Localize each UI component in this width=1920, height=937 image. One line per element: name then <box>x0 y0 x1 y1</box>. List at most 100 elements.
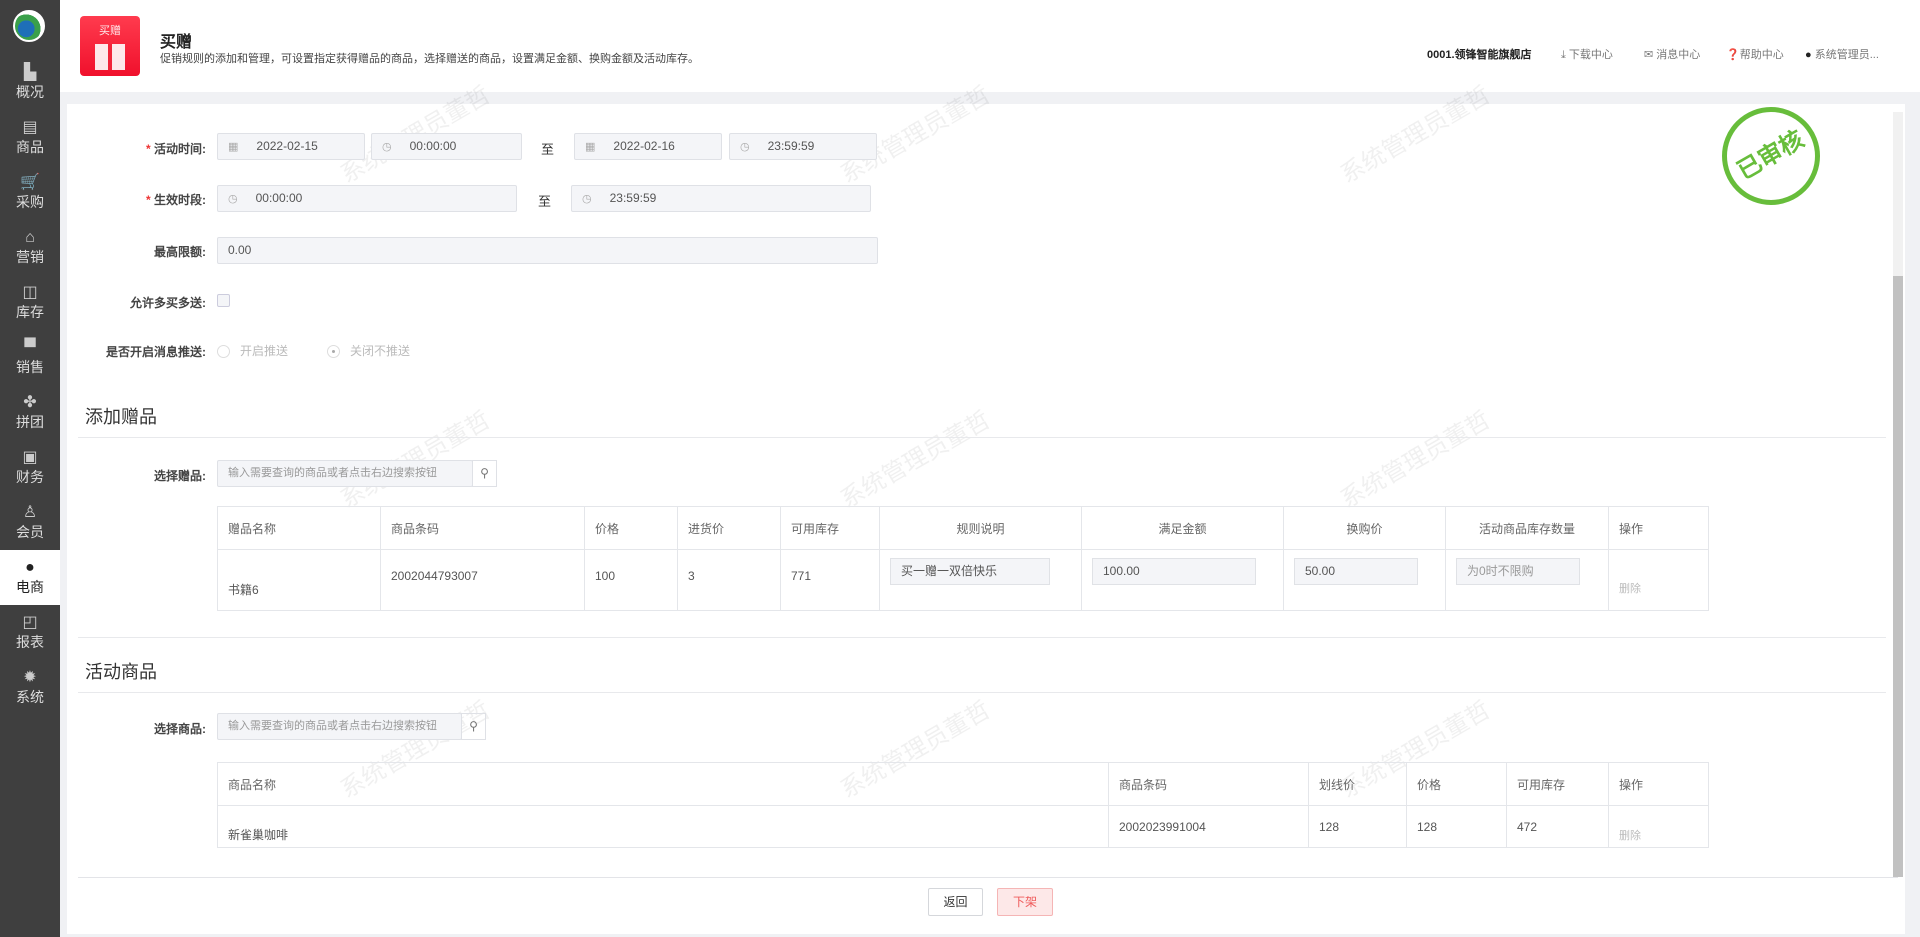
report-icon: ◰ <box>22 614 38 631</box>
radio-icon <box>217 345 230 359</box>
col-header: 划线价 <box>1308 762 1407 806</box>
product-list-price: 128 <box>1308 805 1407 848</box>
sidebar-item[interactable]: ▙ 概况 <box>0 55 60 110</box>
start-time-value: 00:00:00 <box>409 139 457 153</box>
col-header: 可用库存 <box>780 506 880 550</box>
sidebar-item[interactable]: ♙ 会员 <box>0 495 60 550</box>
gift-price: 100 <box>584 549 678 611</box>
user-label: 系统管理员... <box>1814 49 1879 61</box>
header-icon-label: 买赠 <box>99 25 121 37</box>
gift-stock: 771 <box>780 549 880 611</box>
page-description: 促销规则的添加和管理，可设置指定获得赠品的商品，选择赠送的商品，设置满足金额、换… <box>160 53 699 65</box>
clock-icon: ◷ <box>582 193 592 205</box>
gift-barcode: 2002044793007 <box>380 549 585 611</box>
col-header: 可用库存 <box>1506 762 1609 806</box>
gift-cost: 3 <box>677 549 781 611</box>
max-limit-label: 最高限额: <box>154 245 206 259</box>
store-name[interactable]: 0001.领锋智能旗舰店 <box>1427 46 1532 62</box>
col-header: 赠品名称 <box>217 506 381 550</box>
delete-link[interactable]: 删除 <box>1608 805 1709 848</box>
gear-icon: ✹ <box>23 669 37 686</box>
allow-multi-checkbox[interactable] <box>217 294 230 307</box>
delist-button[interactable]: 下架 <box>997 888 1053 916</box>
product-stock: 472 <box>1506 805 1609 848</box>
group-icon: ✤ <box>23 394 37 411</box>
col-header: 价格 <box>1406 762 1507 806</box>
sidebar-item[interactable]: ● 电商 <box>0 550 60 605</box>
push-on-label: 开启推送 <box>240 344 289 358</box>
col-header: 活动商品库存数量 <box>1445 506 1609 550</box>
effective-period-label: 生效时段: <box>46 191 206 208</box>
end-time-input[interactable]: ◷ 23:59:59 <box>729 133 877 160</box>
help-icon: ❓ <box>1726 49 1740 61</box>
end-date-input[interactable]: ▦ 2022-02-16 <box>574 133 722 160</box>
page-title: 买赠 <box>160 34 193 51</box>
push-label: 是否开启消息推送: <box>106 345 206 359</box>
period-end-value: 23:59:59 <box>609 191 657 205</box>
gift-search-button[interactable]: ⚲ <box>472 460 497 487</box>
calendar-icon: ▦ <box>228 141 239 153</box>
push-off-radio[interactable]: 关闭不推送 <box>327 342 410 359</box>
col-header: 商品名称 <box>217 762 1109 806</box>
start-date-value: 2022-02-15 <box>256 139 318 153</box>
start-date-input[interactable]: ▦ 2022-02-15 <box>217 133 365 160</box>
divider <box>78 637 1886 638</box>
sidebar-item[interactable]: ✤ 拼团 <box>0 385 60 440</box>
building-icon: ▙ <box>23 64 37 81</box>
start-time-input[interactable]: ◷ 00:00:00 <box>371 133 522 160</box>
col-header: 商品条码 <box>1108 762 1309 806</box>
download-center-link[interactable]: ⤓ 下载中心 <box>1561 46 1613 62</box>
product-name: 新雀巢咖啡 <box>217 805 1109 848</box>
sidebar-item-label: 销售 <box>16 359 44 375</box>
finance-icon: ▣ <box>22 449 38 466</box>
gift-search-input[interactable]: 输入需要查询的商品或者点击右边搜索按钮 <box>217 460 473 487</box>
threshold-input[interactable]: 100.00 <box>1092 558 1256 585</box>
col-header: 操作 <box>1608 762 1709 806</box>
sidebar-item-label: 概况 <box>16 84 44 100</box>
range-separator: 至 <box>538 194 552 209</box>
user-menu[interactable]: ● 系统管理员... <box>1805 46 1879 62</box>
download-label: 下载中心 <box>1568 49 1613 61</box>
product-search-input[interactable]: 输入需要查询的商品或者点击右边搜索按钮 <box>217 713 462 740</box>
max-limit-input[interactable]: 0.00 <box>217 237 878 264</box>
sidebar-item[interactable]: ◰ 报表 <box>0 605 60 660</box>
sidebar-item[interactable]: ✹ 系统 <box>0 660 60 715</box>
period-start-input[interactable]: ◷ 00:00:00 <box>217 185 517 212</box>
sidebar-item-label: 报表 <box>16 634 44 650</box>
help-center-link[interactable]: ❓帮助中心 <box>1726 46 1784 62</box>
allow-multi-label: 允许多买多送: <box>130 296 206 310</box>
back-button[interactable]: 返回 <box>928 888 983 916</box>
cart-icon: 🛒 <box>20 174 40 191</box>
ecommerce-icon: ● <box>25 559 35 576</box>
mail-icon: ✉ <box>1644 49 1657 61</box>
help-label: 帮助中心 <box>1739 49 1784 61</box>
rule-input[interactable]: 买一赠一双倍快乐 <box>890 558 1050 585</box>
message-center-link[interactable]: ✉ 消息中心 <box>1644 46 1700 62</box>
product-price: 128 <box>1406 805 1507 848</box>
member-icon: ♙ <box>22 504 38 521</box>
qty-input[interactable]: 为0时不限购 <box>1456 558 1580 585</box>
col-header: 进货价 <box>677 506 781 550</box>
divider <box>78 692 1886 693</box>
sidebar-item-label: 电商 <box>16 579 44 595</box>
gifts-section-title: 添加赠品 <box>85 407 157 427</box>
scrollbar-thumb[interactable] <box>1893 276 1903 877</box>
page-header: 买赠 买赠 促销规则的添加和管理，可设置指定获得赠品的商品，选择赠送的商品，设置… <box>60 0 1920 92</box>
delete-link[interactable]: 删除 <box>1608 549 1709 611</box>
messages-label: 消息中心 <box>1656 49 1701 61</box>
gift-name: 书籍6 <box>217 549 381 611</box>
push-on-radio[interactable]: 开启推送 <box>217 342 288 359</box>
col-header: 规则说明 <box>879 506 1082 550</box>
col-header: 换购价 <box>1283 506 1446 550</box>
select-product-label: 选择商品: <box>154 722 206 736</box>
swap-price-input[interactable]: 50.00 <box>1294 558 1418 585</box>
user-icon: ● <box>1805 49 1815 61</box>
table-row: 新雀巢咖啡 2002023991004 128 128 472 删除 <box>217 805 1709 848</box>
table-header-row: 商品名称 商品条码 划线价 价格 可用库存 操作 <box>217 762 1709 806</box>
range-separator: 至 <box>541 142 555 157</box>
calendar-icon: ▦ <box>585 141 596 153</box>
period-end-input[interactable]: ◷ 23:59:59 <box>571 185 871 212</box>
product-search-button[interactable]: ⚲ <box>461 713 486 740</box>
app-logo[interactable] <box>13 10 45 42</box>
col-header: 操作 <box>1608 506 1709 550</box>
